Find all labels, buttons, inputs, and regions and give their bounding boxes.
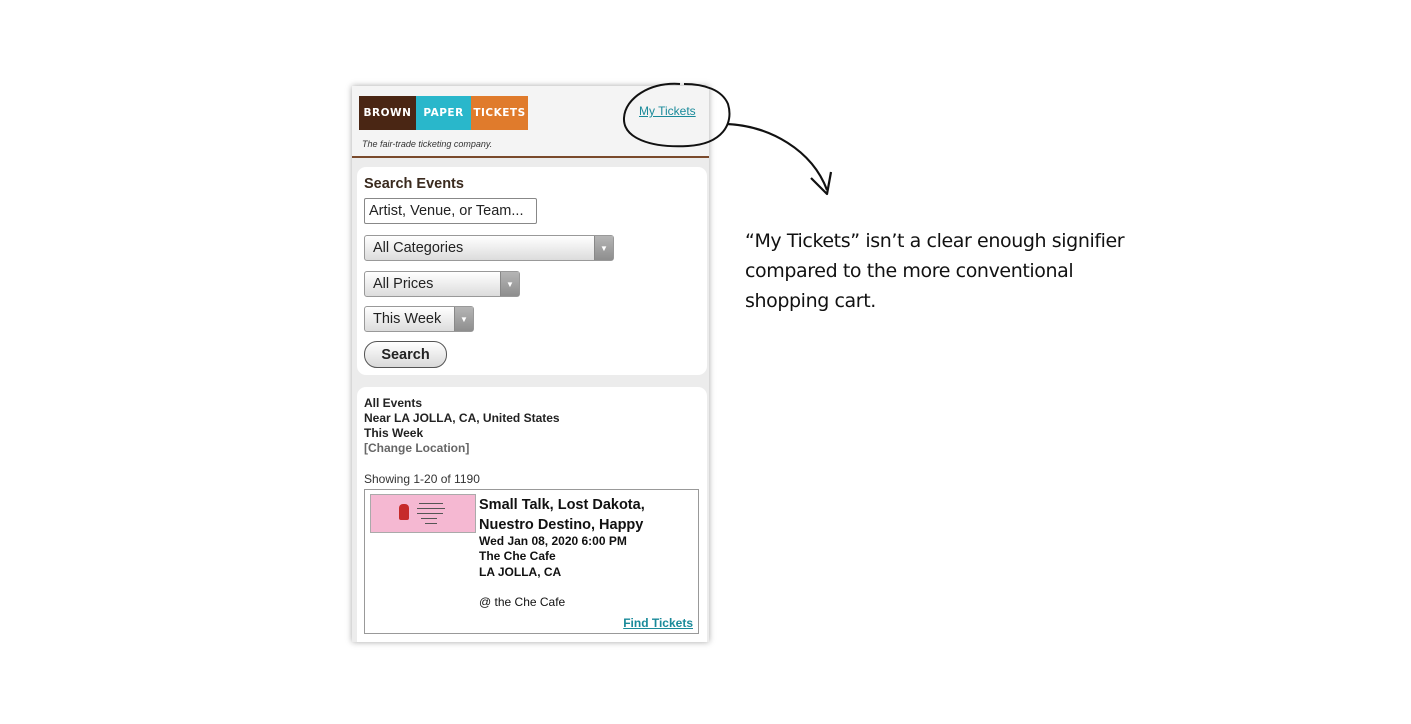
annotation-text: “My Tickets” isn’t a clear enough signif… bbox=[745, 230, 1125, 312]
annotation-circle bbox=[622, 82, 731, 148]
annotation-sketch bbox=[622, 82, 833, 196]
